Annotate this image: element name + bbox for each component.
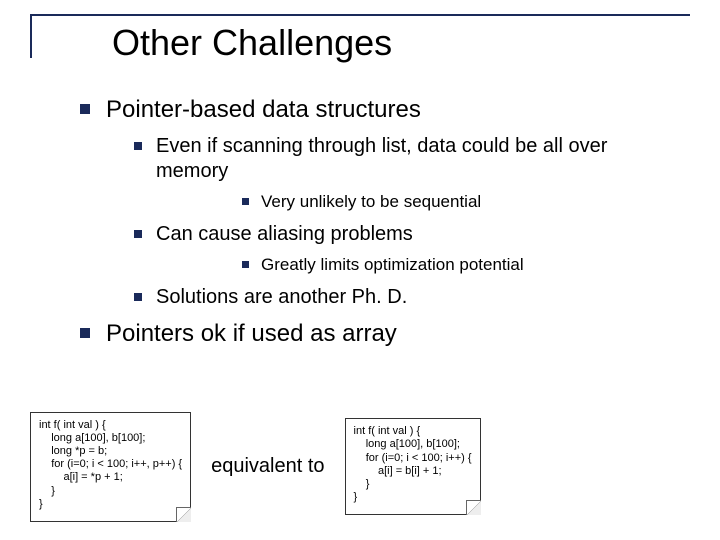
slide-title: Other Challenges	[112, 22, 392, 64]
bullet-text: Very unlikely to be sequential	[261, 192, 481, 212]
code-comparison-row: int f( int val ) { long a[100], b[100]; …	[30, 412, 690, 522]
square-bullet-icon	[242, 261, 249, 268]
square-bullet-icon	[80, 104, 90, 114]
bullet-text: Greatly limits optimization potential	[261, 255, 524, 275]
square-bullet-icon	[134, 142, 142, 150]
square-bullet-icon	[242, 198, 249, 205]
title-rule-horizontal	[30, 14, 690, 16]
square-bullet-icon	[134, 230, 142, 238]
title-rule-vertical	[30, 14, 32, 58]
bullet-text: Solutions are another Ph. D.	[156, 285, 407, 310]
code-box-left: int f( int val ) { long a[100], b[100]; …	[30, 412, 191, 522]
square-bullet-icon	[80, 328, 90, 338]
square-bullet-icon	[134, 293, 142, 301]
bullet-text: Pointer-based data structures	[106, 96, 421, 124]
bullet-text: Pointers ok if used as array	[106, 320, 397, 348]
equivalent-label: equivalent to	[211, 455, 324, 478]
code-box-right: int f( int val ) { long a[100], b[100]; …	[345, 418, 481, 515]
bullet-text: Can cause aliasing problems	[156, 222, 413, 247]
slide-body: Pointer-based data structures Even if sc…	[80, 96, 680, 358]
bullet-text: Even if scanning through list, data coul…	[156, 134, 680, 184]
